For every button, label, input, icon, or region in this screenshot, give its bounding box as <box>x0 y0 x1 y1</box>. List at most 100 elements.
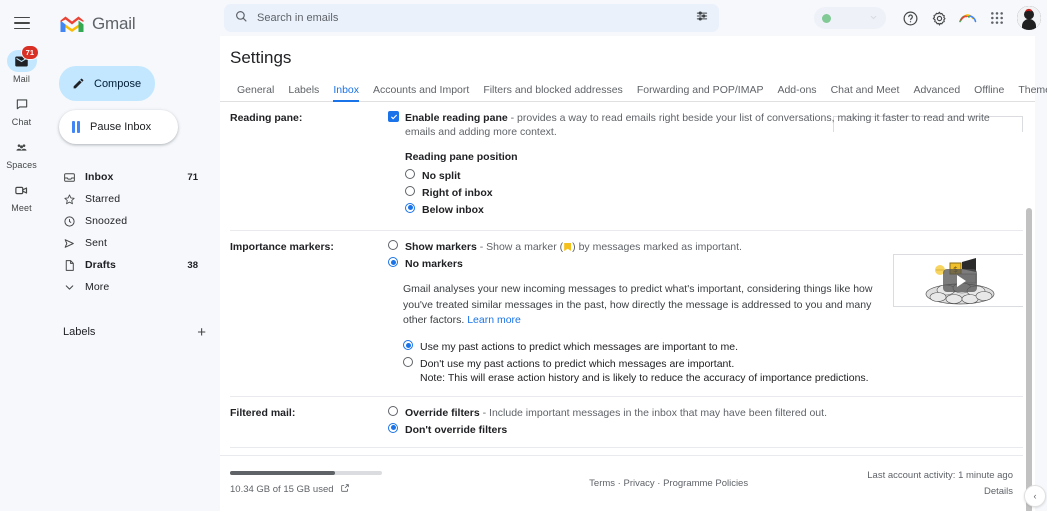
sidebar-item-more[interactable]: More <box>43 276 210 298</box>
override-filters-description: - Include important messages in the inbo… <box>479 406 827 419</box>
radio-right-of-inbox[interactable] <box>405 185 415 196</box>
radio-dont-override-filters[interactable] <box>388 422 398 433</box>
learn-more-link[interactable]: Learn more <box>467 314 521 326</box>
tab-forwarding-and-pop-imap[interactable]: Forwarding and POP/IMAP <box>630 84 771 101</box>
terms-link[interactable]: Terms <box>589 478 615 489</box>
rail-label-spaces: Spaces <box>6 160 37 170</box>
tab-accounts-and-import[interactable]: Accounts and Import <box>366 84 476 101</box>
scrollbar-thumb[interactable] <box>1026 208 1032 511</box>
importance-option-show-markers[interactable]: Show markers - Show a marker () by messa… <box>388 240 1025 254</box>
filtered-option-override[interactable]: Override filters - Include important mes… <box>388 405 1025 420</box>
sidebar-item-snoozed[interactable]: Snoozed <box>43 210 210 232</box>
radio-below-inbox[interactable] <box>405 202 415 213</box>
sidebar-item-sent[interactable]: Sent <box>43 232 210 254</box>
importance-video-thumbnail[interactable]: $ <box>893 254 1027 307</box>
document-icon <box>63 259 85 272</box>
radio-use-past-actions[interactable] <box>403 340 413 351</box>
plus-icon[interactable]: + <box>197 325 206 340</box>
sidebar-item-drafts[interactable]: Drafts 38 <box>43 254 210 276</box>
programme-policies-link[interactable]: Programme Policies <box>663 478 748 489</box>
sidebar-count-inbox: 71 <box>187 171 198 183</box>
left-rail: 71 Mail Chat Spaces Meet <box>0 0 43 511</box>
status-toggle[interactable] <box>814 7 886 29</box>
search-input[interactable]: Search in emails <box>224 4 719 32</box>
user-avatar[interactable] <box>1017 6 1041 30</box>
gear-icon[interactable] <box>926 5 952 31</box>
setting-row-importance-markers: Importance markers: Show markers - Show … <box>230 231 1027 397</box>
reading-pane-option-below-inbox[interactable]: Below inbox <box>405 202 1025 217</box>
last-account-activity: Last account activity: 1 minute ago <box>867 470 1013 482</box>
rail-item-mail[interactable]: 71 Mail <box>0 45 43 84</box>
rail-item-meet[interactable]: Meet <box>0 179 43 213</box>
help-circle-icon[interactable] <box>897 5 923 31</box>
spaces-icon <box>7 136 37 158</box>
details-link[interactable]: Details <box>867 484 1013 499</box>
prediction-option-dont-use-past-actions[interactable]: Don't use my past actions to predict whi… <box>403 357 1025 371</box>
footer: 10.34 GB of 15 GB used Terms · Privacy ·… <box>220 455 1023 511</box>
mail-unread-badge: 71 <box>21 45 39 60</box>
enable-reading-pane-checkbox[interactable] <box>388 111 399 122</box>
pause-inbox-button[interactable]: Pause Inbox <box>59 110 178 144</box>
radio-show-markers[interactable] <box>388 240 398 251</box>
gmail-settings-window: 71 Mail Chat Spaces Meet Gmail Compose P… <box>0 0 1047 511</box>
play-icon[interactable] <box>943 269 977 292</box>
reading-pane-position-heading: Reading pane position <box>405 151 518 164</box>
pause-inbox-label: Pause Inbox <box>90 121 152 133</box>
brand-name: Gmail <box>92 14 136 33</box>
importance-markers-label: Importance markers: <box>230 241 334 254</box>
enable-reading-pane-label: Enable reading pane <box>405 112 508 124</box>
tab-themes[interactable]: Themes <box>1011 84 1047 101</box>
tab-advanced[interactable]: Advanced <box>906 84 967 101</box>
apps-grid-icon[interactable] <box>984 5 1010 31</box>
reading-pane-label: Reading pane: <box>230 112 303 124</box>
tab-add-ons[interactable]: Add-ons <box>770 84 823 101</box>
tab-filters-and-blocked-addresses[interactable]: Filters and blocked addresses <box>476 84 630 101</box>
privacy-link[interactable]: Privacy <box>623 478 654 489</box>
label-dont-use-past-actions: Don't use my past actions to predict whi… <box>420 358 735 371</box>
gmail-brand[interactable]: Gmail <box>43 8 220 34</box>
compose-button[interactable]: Compose <box>59 66 155 101</box>
search-placeholder: Search in emails <box>257 12 339 24</box>
filtered-option-dont-override[interactable]: Don't override filters <box>388 422 1025 437</box>
setting-row-reading-pane: Reading pane: Enable reading pane - prov… <box>230 102 1025 232</box>
tab-labels[interactable]: Labels <box>281 84 326 101</box>
hamburger-menu-icon[interactable] <box>7 8 37 38</box>
external-link-icon[interactable] <box>340 483 350 496</box>
radio-no-split[interactable] <box>405 168 415 179</box>
page-title: Settings <box>230 48 292 67</box>
importance-markers-description: Gmail analyses your new incoming message… <box>403 282 873 328</box>
inbox-icon <box>63 171 85 184</box>
chevron-left-icon[interactable]: ‹ <box>1024 485 1046 507</box>
header-actions <box>814 5 1041 31</box>
status-active-dot <box>822 13 831 23</box>
radio-no-markers[interactable] <box>388 257 398 268</box>
reading-pane-option-no-split[interactable]: No split <box>405 168 1025 183</box>
search-options-icon[interactable] <box>695 9 709 28</box>
sidebar-item-inbox[interactable]: Inbox 71 <box>43 166 210 188</box>
footer-links: Terms · Privacy · Programme Policies <box>470 478 867 489</box>
filtered-mail-label: Filtered mail: <box>230 406 296 419</box>
tab-inbox[interactable]: Inbox <box>326 84 366 102</box>
pause-icon <box>72 121 80 133</box>
settings-panel: Settings General Labels Inbox Accounts a… <box>220 36 1047 511</box>
radio-dont-use-past-actions[interactable] <box>403 357 413 368</box>
labels-header: Labels <box>63 326 96 338</box>
send-icon <box>63 237 85 250</box>
top-bar: Search in emails <box>220 0 1047 36</box>
prediction-option-use-past-actions[interactable]: Use my past actions to predict which mes… <box>403 340 1025 354</box>
tab-general[interactable]: General <box>230 84 281 101</box>
dont-override-filters-label: Don't override filters <box>405 423 508 436</box>
sidebar-item-starred[interactable]: Starred <box>43 188 210 210</box>
sidebar-label-drafts: Drafts <box>85 259 116 271</box>
sidebar-count-drafts: 38 <box>187 259 198 271</box>
tab-chat-and-meet[interactable]: Chat and Meet <box>824 84 907 101</box>
star-icon <box>63 193 85 206</box>
google-support-icon[interactable] <box>955 5 981 31</box>
tab-offline[interactable]: Offline <box>967 84 1011 101</box>
settings-rows: Reading pane: Enable reading pane - prov… <box>220 102 1035 487</box>
reading-pane-option-right-of-inbox[interactable]: Right of inbox <box>405 185 1025 200</box>
sidebar-label-inbox: Inbox <box>85 171 114 183</box>
rail-item-chat[interactable]: Chat <box>0 93 43 127</box>
radio-override-filters[interactable] <box>388 405 398 416</box>
rail-item-spaces[interactable]: Spaces <box>0 136 43 170</box>
